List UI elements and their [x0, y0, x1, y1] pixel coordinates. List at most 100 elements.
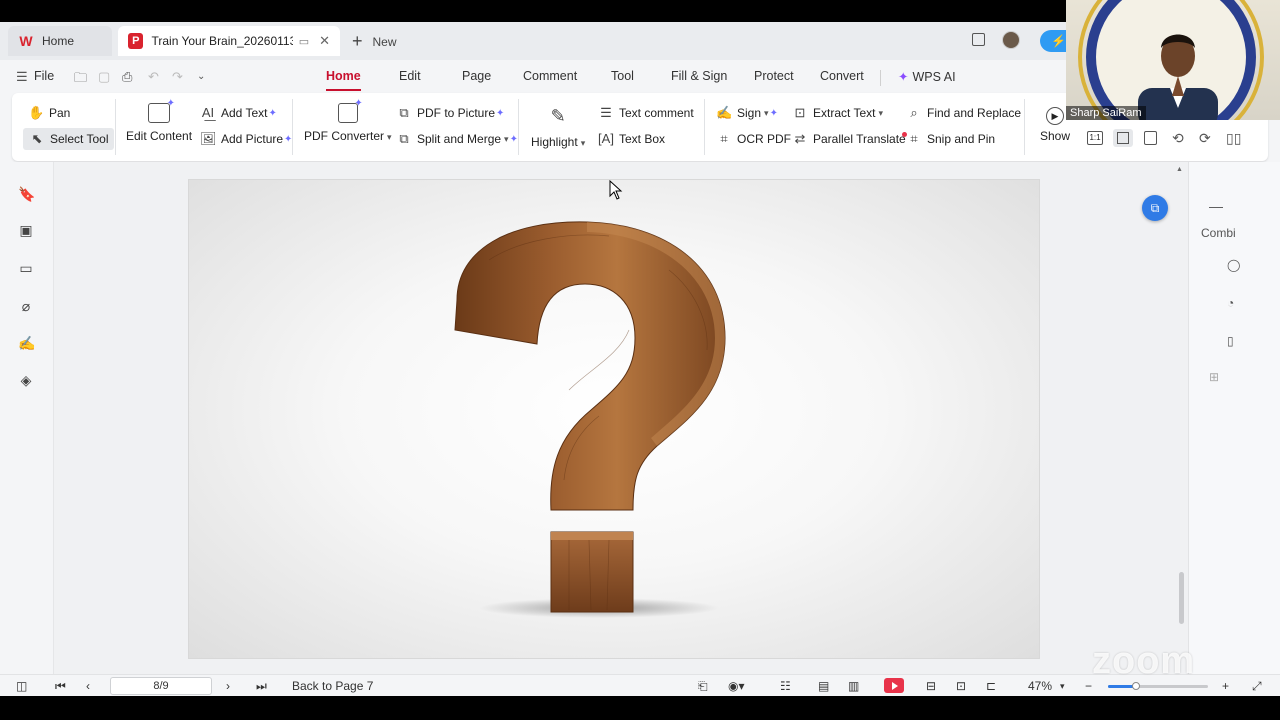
zoom-out-icon[interactable]: −: [1085, 679, 1092, 693]
presenter-image: [1138, 34, 1218, 120]
parallel-translate-button[interactable]: ⇄ Parallel Translate: [792, 131, 907, 147]
menu-divider: [880, 70, 881, 86]
zoom-level[interactable]: 47%: [1028, 679, 1052, 693]
find-and-replace-button[interactable]: ⌕ Find and Replace: [906, 105, 1021, 121]
bookmark-icon[interactable]: 🔖: [18, 186, 35, 202]
menu-convert[interactable]: Convert: [820, 69, 864, 83]
sign-button[interactable]: ✍ Sign ▾ ✦: [716, 105, 778, 121]
open-folder-icon[interactable]: 🗀: [74, 69, 87, 91]
menu-file[interactable]: File: [34, 69, 54, 83]
window-restore-icon[interactable]: [972, 33, 985, 46]
menu-home[interactable]: Home: [326, 69, 361, 91]
right-panel-title: Combi: [1201, 226, 1236, 240]
panel-grid-icon[interactable]: ⊞: [1209, 370, 1219, 384]
back-to-page-link[interactable]: Back to Page 7: [292, 679, 373, 693]
redo-icon[interactable]: ↷: [172, 69, 183, 85]
snip-and-pin-button[interactable]: ⌗ Snip and Pin: [906, 131, 995, 147]
extract-text-label: Extract Text: [813, 106, 876, 120]
play-slideshow-button[interactable]: [884, 678, 904, 693]
scrollbar-thumb[interactable]: [1179, 572, 1184, 624]
edit-content-button[interactable]: ✦ Edit Content: [126, 98, 193, 143]
split-and-merge-label: Split and Merge: [417, 132, 502, 146]
page-number-input[interactable]: 8/9: [110, 677, 212, 695]
tab-document[interactable]: P Train Your Brain_20260113_19 ▭ ✕: [118, 26, 340, 56]
attachment-icon[interactable]: ⌀: [18, 298, 34, 314]
fit-page-icon[interactable]: [1113, 129, 1133, 147]
comment-icon[interactable]: ▭: [18, 260, 34, 276]
read-mode-icon[interactable]: ▯▯: [1226, 130, 1241, 147]
select-tool-button[interactable]: ⬉ Select Tool: [23, 128, 115, 150]
first-page-icon[interactable]: ⏮: [55, 679, 66, 694]
thumbnails-icon[interactable]: ▣: [18, 222, 34, 238]
ai-star-icon: ✦: [509, 133, 518, 145]
print-icon[interactable]: ⎙: [122, 69, 132, 85]
minimize-panel-icon[interactable]: —: [1209, 198, 1223, 214]
single-page-icon[interactable]: ▤: [818, 679, 829, 693]
menu-fill-sign[interactable]: Fill & Sign: [671, 69, 727, 83]
zoom-in-icon[interactable]: +: [1222, 679, 1229, 693]
rotate-left-icon[interactable]: ⟲: [1172, 130, 1184, 147]
split-and-merge-button[interactable]: ⧉ Split and Merge ▾ ✦: [396, 131, 518, 147]
floating-convert-button[interactable]: ⧉: [1142, 195, 1168, 221]
menu-edit[interactable]: Edit: [399, 69, 421, 83]
highlight-button[interactable]: ✎ Highlight ▾: [531, 103, 585, 149]
fit-width-status-icon[interactable]: ⊟: [926, 679, 936, 693]
undo-icon[interactable]: ↶: [148, 69, 159, 85]
add-text-button[interactable]: A͟I Add Text ✦: [200, 105, 277, 121]
fullscreen-icon[interactable]: ⤢: [1252, 679, 1262, 694]
toggle-sidebar-icon[interactable]: ◫: [16, 679, 27, 693]
tab-home[interactable]: W Home: [8, 26, 112, 56]
edit-content-label: Edit Content: [126, 129, 193, 143]
menu-page[interactable]: Page: [462, 69, 491, 83]
prev-page-icon[interactable]: ‹: [86, 679, 90, 693]
add-picture-button[interactable]: 🖼 Add Picture ✦: [200, 131, 292, 147]
panel-clock-icon[interactable]: ◔: [1227, 296, 1234, 310]
extract-text-button[interactable]: ⊡ Extract Text ▾: [792, 105, 883, 121]
menu-tool[interactable]: Tool: [611, 69, 634, 83]
zoom-slider-knob[interactable]: [1132, 682, 1140, 690]
panel-file-icon[interactable]: ▯: [1227, 334, 1234, 348]
pan-button[interactable]: ✋ Pan: [28, 105, 70, 121]
pdf-converter-button[interactable]: ✦ PDF Converter ▾: [304, 98, 392, 143]
webcam-name-label: Sharp SaiRam: [1066, 106, 1146, 120]
rotate-right-icon[interactable]: ⟳: [1199, 130, 1211, 147]
last-page-icon[interactable]: ⏭: [256, 679, 267, 694]
continuous-scroll-icon[interactable]: ☷: [780, 679, 791, 693]
menu-comment[interactable]: Comment: [523, 69, 577, 83]
eye-view-icon[interactable]: ◉▾: [728, 679, 745, 693]
scroll-up-icon[interactable]: ▲: [1176, 166, 1183, 173]
layers-icon[interactable]: ◈: [18, 372, 34, 388]
two-page-icon[interactable]: ▥: [848, 679, 859, 693]
close-tab-icon[interactable]: ✕: [319, 33, 330, 49]
actual-size-status-icon[interactable]: ⊏: [986, 679, 996, 693]
convert-doc-icon: ⧉: [1150, 200, 1160, 215]
ribbon-divider: [704, 99, 705, 155]
hamburger-icon[interactable]: ☰: [16, 69, 28, 85]
document-viewport[interactable]: ⧉ ▲: [54, 162, 1188, 674]
pdf-to-picture-button[interactable]: ⧉ PDF to Picture ✦: [396, 105, 504, 121]
next-page-icon[interactable]: ›: [226, 679, 230, 693]
panel-option-icon[interactable]: ◯: [1227, 258, 1240, 272]
monitor-icon[interactable]: ▭: [299, 35, 309, 48]
ocr-pdf-button[interactable]: ⌗ OCR PDF: [716, 131, 791, 147]
actual-size-icon[interactable]: 1:1: [1087, 131, 1103, 145]
user-avatar[interactable]: [1002, 31, 1020, 49]
ai-star-icon: ✦: [268, 107, 277, 119]
fit-width-icon[interactable]: [1144, 131, 1157, 145]
zoom-dropdown-icon[interactable]: ▾: [1060, 681, 1065, 692]
ribbon-divider: [1024, 99, 1025, 155]
fit-page-status-icon[interactable]: ⊡: [956, 679, 966, 693]
save-icon[interactable]: ▢: [98, 69, 110, 85]
ocr-pdf-label: OCR PDF: [737, 132, 791, 146]
new-tab-button[interactable]: + New: [352, 31, 397, 52]
ribbon-divider: [292, 99, 293, 155]
page-fit-icon[interactable]: ⎗: [698, 679, 708, 694]
signature-icon[interactable]: ✍: [18, 335, 35, 351]
menu-protect[interactable]: Protect: [754, 69, 794, 83]
zoom-slider[interactable]: [1108, 682, 1208, 690]
text-comment-button[interactable]: ☰ Text comment: [598, 105, 694, 121]
highlight-label: Highlight: [531, 135, 578, 149]
menu-wps-ai[interactable]: ✦ WPS AI: [898, 69, 956, 84]
text-box-button[interactable]: [A] Text Box: [598, 131, 665, 147]
more-quick-access-icon[interactable]: ⌄: [197, 71, 205, 82]
